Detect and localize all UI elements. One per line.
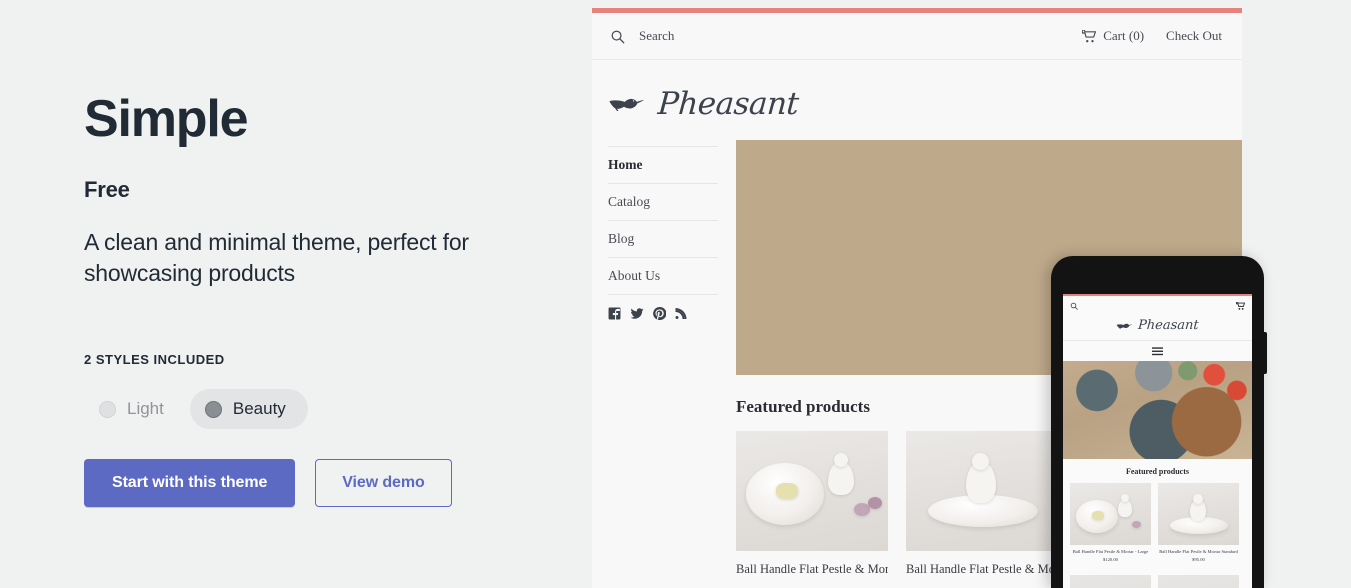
mobile-product-image bbox=[1070, 483, 1151, 545]
theme-detail-page: Simple Free A clean and minimal theme, p… bbox=[0, 0, 1351, 588]
action-buttons: Start with this theme View demo bbox=[84, 459, 554, 508]
mobile-products-grid: Ball Handle Flat Pestle & Mortar - Large… bbox=[1063, 483, 1252, 588]
pinterest-icon[interactable] bbox=[653, 307, 666, 320]
store-logo[interactable]: Pheasant bbox=[592, 60, 1242, 140]
style-option-light[interactable]: Light bbox=[84, 389, 186, 429]
mobile-store-logo-text: Pheasant bbox=[1137, 318, 1200, 333]
mobile-product-image bbox=[1158, 574, 1239, 588]
mobile-product-card[interactable]: Ball Handle Flat Pestle & Mortar Standar… bbox=[1158, 483, 1239, 568]
mobile-product-name: Ball Handle Flat Pestle & Mortar Standar… bbox=[1159, 549, 1238, 554]
mobile-product-card[interactable] bbox=[1158, 574, 1239, 588]
product-image bbox=[906, 431, 1058, 551]
mobile-product-card[interactable]: Ball Handle Flat Pestle & Mortar - Large… bbox=[1070, 483, 1151, 568]
start-with-theme-button[interactable]: Start with this theme bbox=[84, 459, 296, 508]
mobile-hero-image bbox=[1063, 361, 1252, 459]
product-name: Ball Handle Flat Pestle & Mortar bbox=[906, 562, 1058, 576]
theme-description: A clean and minimal theme, perfect for s… bbox=[84, 228, 469, 287]
style-selector: Light Beauty bbox=[84, 389, 554, 430]
mobile-product-image bbox=[1158, 483, 1239, 545]
search-icon[interactable] bbox=[610, 29, 625, 44]
phone-side-button bbox=[1264, 332, 1267, 374]
social-links bbox=[608, 295, 718, 320]
topbar-right: Cart (0) Check Out bbox=[1082, 28, 1222, 44]
storefront-topbar: Search Cart (0) Check Out bbox=[592, 13, 1242, 60]
search-label[interactable]: Search bbox=[639, 28, 674, 44]
mobile-featured-heading: Featured products bbox=[1125, 467, 1190, 476]
rss-icon[interactable] bbox=[675, 307, 687, 320]
cart-link[interactable]: Cart (0) bbox=[1082, 28, 1144, 44]
theme-info-panel: Simple Free A clean and minimal theme, p… bbox=[0, 0, 592, 588]
mobile-product-price: $95.00 bbox=[1192, 556, 1205, 562]
product-name: Ball Handle Flat Pestle & Mortar bbox=[736, 562, 888, 576]
search-icon[interactable] bbox=[1070, 302, 1078, 310]
radio-selected-icon bbox=[204, 400, 222, 418]
store-logo-text: Pheasant bbox=[656, 86, 800, 122]
mobile-topbar bbox=[1063, 296, 1252, 315]
radio-icon bbox=[99, 400, 116, 418]
mobile-product-card[interactable] bbox=[1070, 574, 1151, 588]
cart-label[interactable]: Cart (0) bbox=[1103, 28, 1144, 44]
storefront-nav: Home Catalog Blog About Us bbox=[608, 140, 718, 577]
nav-item-home[interactable]: Home bbox=[608, 146, 718, 184]
style-option-label: Light bbox=[127, 399, 164, 419]
pheasant-bird-icon bbox=[609, 98, 645, 111]
page-title: Simple bbox=[84, 90, 249, 148]
nav-item-about-us[interactable]: About Us bbox=[608, 258, 718, 295]
product-image bbox=[736, 431, 888, 551]
view-demo-button[interactable]: View demo bbox=[315, 459, 452, 508]
mobile-product-price: $120.00 bbox=[1103, 556, 1118, 562]
cart-icon[interactable] bbox=[1236, 301, 1245, 310]
mobile-preview-device[interactable]: Pheasant Featured products Ball Handle F… bbox=[1051, 256, 1267, 588]
twitter-icon[interactable] bbox=[630, 307, 644, 320]
checkout-link[interactable]: Check Out bbox=[1166, 28, 1222, 44]
product-card[interactable]: Ball Handle Flat Pestle & Mortar bbox=[736, 431, 888, 577]
search-group[interactable]: Search bbox=[610, 28, 674, 44]
mobile-product-image bbox=[1070, 574, 1151, 588]
hamburger-menu-icon[interactable] bbox=[1152, 347, 1163, 356]
mobile-menu-row[interactable] bbox=[1063, 340, 1252, 361]
theme-price: Free bbox=[84, 176, 130, 202]
nav-item-catalog[interactable]: Catalog bbox=[608, 184, 718, 221]
pheasant-bird-icon bbox=[1116, 323, 1133, 329]
cart-icon[interactable] bbox=[1082, 29, 1097, 43]
mobile-store-logo[interactable]: Pheasant bbox=[1063, 315, 1252, 340]
styles-included-label: 2 STYLES INCLUDED bbox=[84, 352, 225, 368]
nav-item-blog[interactable]: Blog bbox=[608, 221, 718, 258]
style-option-beauty[interactable]: Beauty bbox=[189, 389, 308, 430]
style-option-label: Beauty bbox=[232, 399, 286, 419]
mobile-product-name: Ball Handle Flat Pestle & Mortar - Large bbox=[1072, 549, 1149, 554]
product-card[interactable]: Ball Handle Flat Pestle & Mortar bbox=[906, 431, 1058, 577]
mobile-preview-screen[interactable]: Pheasant Featured products Ball Handle F… bbox=[1063, 294, 1252, 588]
facebook-icon[interactable] bbox=[608, 307, 621, 320]
